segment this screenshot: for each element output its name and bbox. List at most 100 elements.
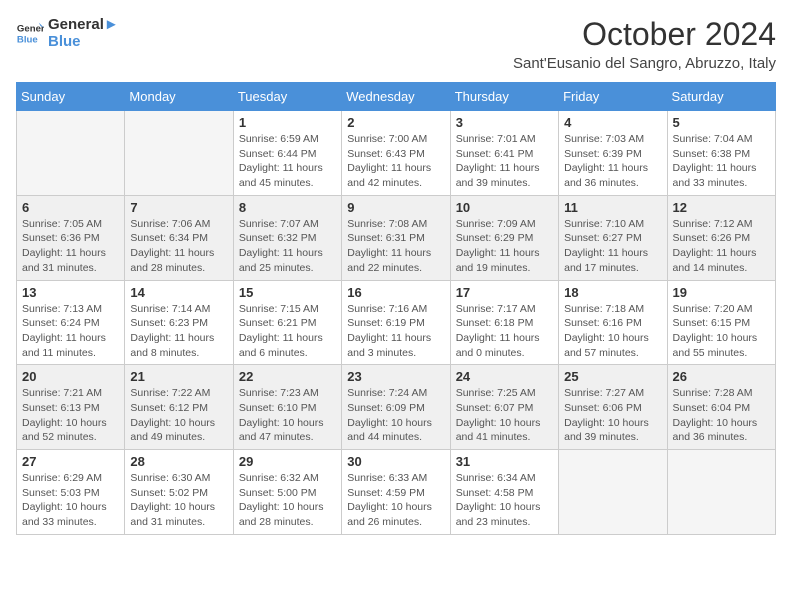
day-number: 22 bbox=[239, 369, 336, 384]
day-info: Sunrise: 7:08 AM Sunset: 6:31 PM Dayligh… bbox=[347, 217, 444, 276]
day-info: Sunrise: 6:30 AM Sunset: 5:02 PM Dayligh… bbox=[130, 471, 227, 530]
day-info: Sunrise: 7:05 AM Sunset: 6:36 PM Dayligh… bbox=[22, 217, 119, 276]
day-number: 5 bbox=[673, 115, 770, 130]
day-info: Sunrise: 7:12 AM Sunset: 6:26 PM Dayligh… bbox=[673, 217, 770, 276]
calendar-cell: 23 Sunrise: 7:24 AM Sunset: 6:09 PM Dayli… bbox=[342, 365, 450, 450]
day-number: 21 bbox=[130, 369, 227, 384]
day-number: 9 bbox=[347, 200, 444, 215]
calendar-cell: 22 Sunrise: 7:23 AM Sunset: 6:10 PM Dayli… bbox=[233, 365, 341, 450]
calendar-cell: 28 Sunrise: 6:30 AM Sunset: 5:02 PM Dayli… bbox=[125, 450, 233, 535]
day-number: 3 bbox=[456, 115, 553, 130]
day-number: 25 bbox=[564, 369, 661, 384]
day-number: 10 bbox=[456, 200, 553, 215]
calendar-cell: 11 Sunrise: 7:10 AM Sunset: 6:27 PM Dayli… bbox=[559, 195, 667, 280]
calendar-cell: 14Sunrise: 7:14 AM Sunset: 6:23 PM Dayli… bbox=[125, 280, 233, 365]
calendar-cell bbox=[17, 111, 125, 196]
day-info: Sunrise: 7:23 AM Sunset: 6:10 PM Dayligh… bbox=[239, 386, 336, 445]
header-monday: Monday bbox=[125, 83, 233, 111]
calendar-cell: 12 Sunrise: 7:12 AM Sunset: 6:26 PM Dayli… bbox=[667, 195, 775, 280]
header-wednesday: Wednesday bbox=[342, 83, 450, 111]
svg-text:Blue: Blue bbox=[17, 35, 38, 46]
day-info: Sunrise: 6:59 AM Sunset: 6:44 PM Dayligh… bbox=[239, 132, 336, 191]
logo-icon: General Blue bbox=[16, 19, 44, 47]
calendar-cell: 15Sunrise: 7:15 AM Sunset: 6:21 PM Dayli… bbox=[233, 280, 341, 365]
day-info: Sunrise: 7:06 AM Sunset: 6:34 PM Dayligh… bbox=[130, 217, 227, 276]
day-number: 2 bbox=[347, 115, 444, 130]
calendar-cell: 10 Sunrise: 7:09 AM Sunset: 6:29 PM Dayli… bbox=[450, 195, 558, 280]
day-info: Sunrise: 7:01 AM Sunset: 6:41 PM Dayligh… bbox=[456, 132, 553, 191]
day-number: 18 bbox=[564, 285, 661, 300]
day-number: 31 bbox=[456, 454, 553, 469]
title-area: October 2024 Sant'Eusanio del Sangro, Ab… bbox=[513, 16, 776, 72]
day-number: 16 bbox=[347, 285, 444, 300]
calendar-cell: 19 Sunrise: 7:20 AM Sunset: 6:15 PM Dayli… bbox=[667, 280, 775, 365]
day-info: Sunrise: 6:32 AM Sunset: 5:00 PM Dayligh… bbox=[239, 471, 336, 530]
day-number: 20 bbox=[22, 369, 119, 384]
calendar-cell: 2 Sunrise: 7:00 AM Sunset: 6:43 PM Daylig… bbox=[342, 111, 450, 196]
logo-line2: Blue bbox=[48, 33, 119, 50]
day-number: 12 bbox=[673, 200, 770, 215]
day-number: 13 bbox=[22, 285, 119, 300]
calendar-cell: 5Sunrise: 7:04 AM Sunset: 6:38 PM Daylig… bbox=[667, 111, 775, 196]
day-info: Sunrise: 7:07 AM Sunset: 6:32 PM Dayligh… bbox=[239, 217, 336, 276]
calendar-cell: 26 Sunrise: 7:28 AM Sunset: 6:04 PM Dayli… bbox=[667, 365, 775, 450]
calendar-cell: 25Sunrise: 7:27 AM Sunset: 6:06 PM Dayli… bbox=[559, 365, 667, 450]
day-number: 17 bbox=[456, 285, 553, 300]
day-info: Sunrise: 7:28 AM Sunset: 6:04 PM Dayligh… bbox=[673, 386, 770, 445]
calendar-cell: 7 Sunrise: 7:06 AM Sunset: 6:34 PM Daylig… bbox=[125, 195, 233, 280]
calendar-header-row: SundayMondayTuesdayWednesdayThursdayFrid… bbox=[17, 83, 776, 111]
day-info: Sunrise: 7:13 AM Sunset: 6:24 PM Dayligh… bbox=[22, 302, 119, 361]
header-sunday: Sunday bbox=[17, 83, 125, 111]
location-title: Sant'Eusanio del Sangro, Abruzzo, Italy bbox=[513, 55, 776, 72]
day-number: 7 bbox=[130, 200, 227, 215]
day-number: 19 bbox=[673, 285, 770, 300]
calendar-cell: 29 Sunrise: 6:32 AM Sunset: 5:00 PM Dayli… bbox=[233, 450, 341, 535]
calendar-cell: 17 Sunrise: 7:17 AM Sunset: 6:18 PM Dayli… bbox=[450, 280, 558, 365]
day-info: Sunrise: 7:21 AM Sunset: 6:13 PM Dayligh… bbox=[22, 386, 119, 445]
day-info: Sunrise: 7:15 AM Sunset: 6:21 PM Dayligh… bbox=[239, 302, 336, 361]
day-info: Sunrise: 7:25 AM Sunset: 6:07 PM Dayligh… bbox=[456, 386, 553, 445]
day-number: 1 bbox=[239, 115, 336, 130]
week-row-4: 20 Sunrise: 7:21 AM Sunset: 6:13 PM Dayli… bbox=[17, 365, 776, 450]
day-number: 8 bbox=[239, 200, 336, 215]
calendar-cell: 31 Sunrise: 6:34 AM Sunset: 4:58 PM Dayli… bbox=[450, 450, 558, 535]
logo-line1: General► bbox=[48, 16, 119, 33]
day-number: 29 bbox=[239, 454, 336, 469]
calendar-cell: 18 Sunrise: 7:18 AM Sunset: 6:16 PM Dayli… bbox=[559, 280, 667, 365]
day-info: Sunrise: 7:00 AM Sunset: 6:43 PM Dayligh… bbox=[347, 132, 444, 191]
calendar-cell: 4 Sunrise: 7:03 AM Sunset: 6:39 PM Daylig… bbox=[559, 111, 667, 196]
calendar-cell: 20 Sunrise: 7:21 AM Sunset: 6:13 PM Dayli… bbox=[17, 365, 125, 450]
day-info: Sunrise: 7:14 AM Sunset: 6:23 PM Dayligh… bbox=[130, 302, 227, 361]
calendar-cell bbox=[559, 450, 667, 535]
logo: General Blue General► Blue bbox=[16, 16, 119, 50]
day-info: Sunrise: 7:03 AM Sunset: 6:39 PM Dayligh… bbox=[564, 132, 661, 191]
day-info: Sunrise: 7:10 AM Sunset: 6:27 PM Dayligh… bbox=[564, 217, 661, 276]
day-info: Sunrise: 7:18 AM Sunset: 6:16 PM Dayligh… bbox=[564, 302, 661, 361]
day-number: 26 bbox=[673, 369, 770, 384]
day-info: Sunrise: 7:17 AM Sunset: 6:18 PM Dayligh… bbox=[456, 302, 553, 361]
header-friday: Friday bbox=[559, 83, 667, 111]
month-title: October 2024 bbox=[513, 16, 776, 53]
week-row-3: 13 Sunrise: 7:13 AM Sunset: 6:24 PM Dayli… bbox=[17, 280, 776, 365]
day-info: Sunrise: 6:34 AM Sunset: 4:58 PM Dayligh… bbox=[456, 471, 553, 530]
day-number: 11 bbox=[564, 200, 661, 215]
day-info: Sunrise: 6:33 AM Sunset: 4:59 PM Dayligh… bbox=[347, 471, 444, 530]
calendar-cell: 1 Sunrise: 6:59 AM Sunset: 6:44 PM Daylig… bbox=[233, 111, 341, 196]
day-number: 23 bbox=[347, 369, 444, 384]
header: General Blue General► Blue October 2024 … bbox=[16, 16, 776, 72]
calendar-cell: 9 Sunrise: 7:08 AM Sunset: 6:31 PM Daylig… bbox=[342, 195, 450, 280]
day-info: Sunrise: 7:20 AM Sunset: 6:15 PM Dayligh… bbox=[673, 302, 770, 361]
day-number: 28 bbox=[130, 454, 227, 469]
calendar-cell: 21 Sunrise: 7:22 AM Sunset: 6:12 PM Dayli… bbox=[125, 365, 233, 450]
calendar-cell: 3 Sunrise: 7:01 AM Sunset: 6:41 PM Daylig… bbox=[450, 111, 558, 196]
day-info: Sunrise: 7:09 AM Sunset: 6:29 PM Dayligh… bbox=[456, 217, 553, 276]
day-info: Sunrise: 7:24 AM Sunset: 6:09 PM Dayligh… bbox=[347, 386, 444, 445]
week-row-5: 27Sunrise: 6:29 AM Sunset: 5:03 PM Dayli… bbox=[17, 450, 776, 535]
day-number: 27 bbox=[22, 454, 119, 469]
day-info: Sunrise: 7:22 AM Sunset: 6:12 PM Dayligh… bbox=[130, 386, 227, 445]
day-number: 6 bbox=[22, 200, 119, 215]
calendar-cell: 13 Sunrise: 7:13 AM Sunset: 6:24 PM Dayli… bbox=[17, 280, 125, 365]
day-number: 4 bbox=[564, 115, 661, 130]
header-saturday: Saturday bbox=[667, 83, 775, 111]
week-row-2: 6 Sunrise: 7:05 AM Sunset: 6:36 PM Daylig… bbox=[17, 195, 776, 280]
